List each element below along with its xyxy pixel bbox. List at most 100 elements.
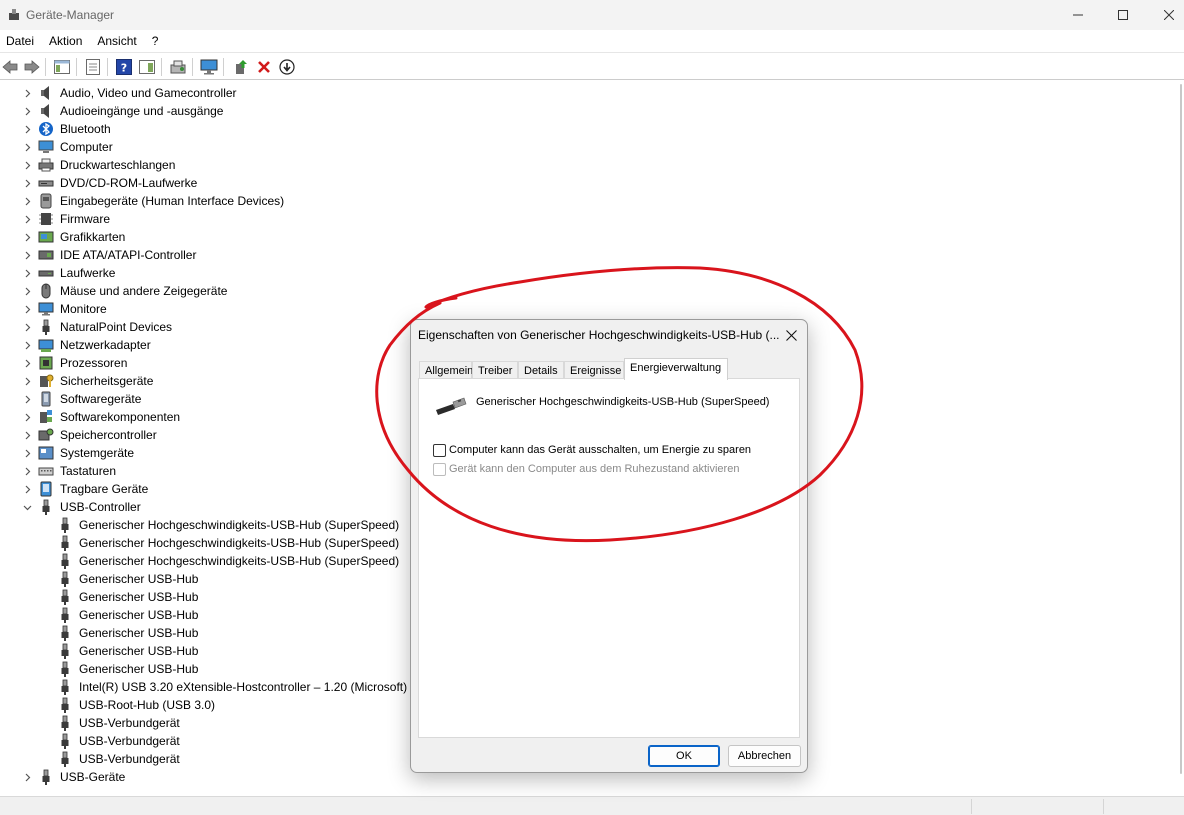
chevron-right-icon[interactable]: [22, 192, 32, 210]
chevron-right-icon[interactable]: [22, 390, 32, 408]
keyboard-icon: [38, 467, 54, 476]
category-mäuse-und-andere-zeigegeräte[interactable]: Mäuse und andere Zeigegeräte: [0, 282, 500, 300]
device-label: Generischer Hochgeschwindigkeits-USB-Hub…: [79, 518, 400, 532]
chevron-right-icon[interactable]: [22, 318, 32, 336]
category-firmware[interactable]: Firmware: [0, 210, 500, 228]
chevron-right-icon[interactable]: [22, 354, 32, 372]
usb-plug-icon: [61, 589, 69, 605]
toolbar: ?: [0, 52, 1184, 80]
printer-icon: [38, 158, 54, 172]
close-window-button[interactable]: [1146, 0, 1184, 30]
category-label: Tastaturen: [60, 464, 117, 478]
chevron-right-icon[interactable]: [22, 336, 32, 354]
menu-aktion[interactable]: Aktion: [49, 34, 82, 48]
maximize-button[interactable]: [1100, 0, 1146, 30]
minimize-button[interactable]: [1055, 0, 1101, 30]
menu-datei[interactable]: Datei: [6, 34, 34, 48]
category-dvd-cd-rom-laufwerke[interactable]: DVD/CD-ROM-Laufwerke: [0, 174, 500, 192]
software-component-icon: [40, 410, 52, 423]
chevron-right-icon[interactable]: [22, 372, 32, 390]
category-audio-video-und-gamecontroller[interactable]: Audio, Video und Gamecontroller: [0, 84, 500, 102]
ok-button[interactable]: OK: [648, 745, 720, 767]
show-hide-console-tree-button[interactable]: [52, 57, 72, 77]
action-pane-icon: [139, 60, 155, 74]
category-label: Computer: [60, 140, 113, 154]
device-manager-app-icon: [9, 9, 19, 20]
chevron-right-icon[interactable]: [22, 102, 32, 120]
help-button[interactable]: ?: [114, 57, 134, 77]
forward-button[interactable]: [22, 57, 42, 77]
device-label: Generischer USB-Hub: [79, 590, 199, 604]
allow-wake-option: Gerät kann den Computer aus dem Ruhezust…: [433, 461, 739, 477]
chevron-right-icon[interactable]: [22, 426, 32, 444]
back-button[interactable]: [0, 57, 20, 77]
dvd-drive-icon: [38, 180, 54, 187]
chevron-right-icon[interactable]: [22, 174, 32, 192]
allow-power-off-option[interactable]: Computer kann das Gerät ausschalten, um …: [433, 442, 751, 458]
chevron-right-icon[interactable]: [22, 462, 32, 480]
chevron-right-icon[interactable]: [22, 408, 32, 426]
chevron-right-icon[interactable]: [22, 84, 32, 102]
update-driver-button[interactable]: [231, 57, 251, 77]
allow-power-off-checkbox[interactable]: [433, 443, 446, 457]
chevron-right-icon[interactable]: [22, 264, 32, 282]
chevron-right-icon[interactable]: [22, 228, 32, 246]
category-label: Bluetooth: [60, 122, 111, 136]
category-ide-ata-atapi-controller[interactable]: IDE ATA/ATAPI-Controller: [0, 246, 500, 264]
chevron-right-icon[interactable]: [22, 282, 32, 300]
scan-hardware-button[interactable]: [168, 57, 188, 77]
chevron-right-icon[interactable]: [22, 480, 32, 498]
category-label: Grafikkarten: [60, 230, 126, 244]
category-druckwarteschlangen[interactable]: Druckwarteschlangen: [0, 156, 500, 174]
uninstall-device-button[interactable]: [254, 57, 274, 77]
chevron-right-icon[interactable]: [22, 120, 32, 138]
speaker-icon: [41, 104, 49, 118]
usb-plug-icon: [61, 715, 69, 731]
chevron-right-icon[interactable]: [22, 444, 32, 462]
maximize-icon: [1118, 10, 1128, 20]
status-cell: [1103, 799, 1104, 814]
device-label: USB-Verbundgerät: [79, 734, 180, 748]
category-eingabegeräte-human-interface-devices[interactable]: Eingabegeräte (Human Interface Devices): [0, 192, 500, 210]
monitor-button[interactable]: [199, 57, 219, 77]
firmware-icon: [39, 213, 53, 225]
usb-plug-icon: [42, 499, 50, 515]
category-laufwerke[interactable]: Laufwerke: [0, 264, 500, 282]
toolbar-separator: [45, 58, 46, 76]
chevron-right-icon[interactable]: [22, 246, 32, 264]
status-bar: [0, 796, 1184, 815]
dialog-close-button[interactable]: [775, 320, 807, 350]
usb-plug-icon: [436, 397, 467, 415]
disable-device-button[interactable]: [277, 57, 297, 77]
scan-hardware-icon: [170, 60, 186, 74]
action-pane-button[interactable]: [137, 57, 157, 77]
console-tree-icon: [54, 60, 70, 74]
usb-plug-icon: [61, 553, 69, 569]
category-audioeingänge-und-ausgänge[interactable]: Audioeingänge und -ausgänge: [0, 102, 500, 120]
properties-button[interactable]: [83, 57, 103, 77]
disk-drive-icon: [38, 270, 54, 277]
chevron-right-icon[interactable]: [22, 210, 32, 228]
usb-plug-icon: [42, 319, 50, 335]
vertical-scrollbar[interactable]: [1166, 84, 1184, 794]
allow-power-off-label: Computer kann das Gerät ausschalten, um …: [449, 444, 752, 456]
chevron-down-icon[interactable]: [22, 498, 32, 516]
category-grafikkarten[interactable]: Grafikkarten: [0, 228, 500, 246]
category-bluetooth[interactable]: Bluetooth: [0, 120, 500, 138]
device-label: USB-Root-Hub (USB 3.0): [79, 698, 216, 712]
chevron-right-icon[interactable]: [22, 156, 32, 174]
category-label: Systemgeräte: [60, 446, 135, 460]
menu-help[interactable]: ?: [152, 34, 159, 48]
scrollbar-thumb[interactable]: [1180, 84, 1182, 774]
portable-device-icon: [40, 481, 52, 497]
chevron-right-icon[interactable]: [22, 138, 32, 156]
category-computer[interactable]: Computer: [0, 138, 500, 156]
tab-energieverwaltung[interactable]: Energieverwaltung: [624, 358, 728, 380]
dialog-title: Eigenschaften von Generischer Hochgeschw…: [418, 328, 780, 342]
category-monitore[interactable]: Monitore: [0, 300, 500, 318]
menu-ansicht[interactable]: Ansicht: [97, 34, 136, 48]
chevron-right-icon[interactable]: [22, 768, 32, 786]
display-adapter-icon: [38, 231, 54, 243]
cancel-button[interactable]: Abbrechen: [728, 745, 801, 767]
chevron-right-icon[interactable]: [22, 300, 32, 318]
